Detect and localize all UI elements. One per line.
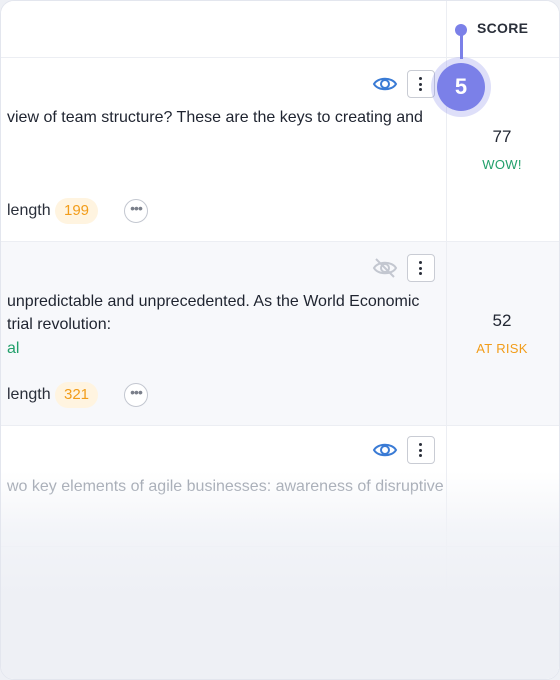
table-panel: view of team structure? These are the ke… [0, 0, 560, 680]
row-tag[interactable]: al [7, 340, 19, 358]
score-value: 77 [492, 127, 512, 146]
table-row[interactable]: view of team structure? These are the ke… [1, 58, 446, 242]
row-text-line: view of team structure? These are the ke… [7, 109, 423, 126]
row-text-line: trial revolution: [7, 316, 112, 333]
length-label: length [7, 386, 51, 403]
score-column-title: SCORE [477, 20, 529, 36]
row-menu-button[interactable] [407, 254, 435, 282]
length-badge: 199 [55, 198, 99, 224]
score-cell: 52 AT RISK [447, 242, 559, 426]
row-text-line: wo key elements of agile businesses: awa… [7, 478, 444, 495]
table-row[interactable]: unpredictable and unprecedented. As the … [1, 242, 446, 426]
length-badge: 321 [55, 382, 99, 408]
eye-icon[interactable] [371, 72, 399, 96]
row-menu-button[interactable] [407, 436, 435, 464]
step-number-badge: 5 [437, 63, 485, 111]
score-status: AT RISK [476, 341, 528, 356]
table-row[interactable]: wo key elements of agile businesses: awa… [1, 426, 446, 547]
table-header [1, 1, 446, 58]
more-horizontal-icon[interactable]: ••• [124, 199, 148, 223]
score-cell [447, 426, 559, 547]
score-value: 52 [492, 311, 512, 330]
more-horizontal-icon[interactable]: ••• [124, 383, 148, 407]
eye-icon[interactable] [371, 438, 399, 462]
eye-off-icon[interactable] [371, 256, 399, 280]
score-status: WOW! [482, 157, 522, 172]
row-text-line: unpredictable and unprecedented. As the … [7, 293, 420, 310]
step-anchor-dot [455, 24, 467, 36]
length-label: length [7, 202, 51, 219]
